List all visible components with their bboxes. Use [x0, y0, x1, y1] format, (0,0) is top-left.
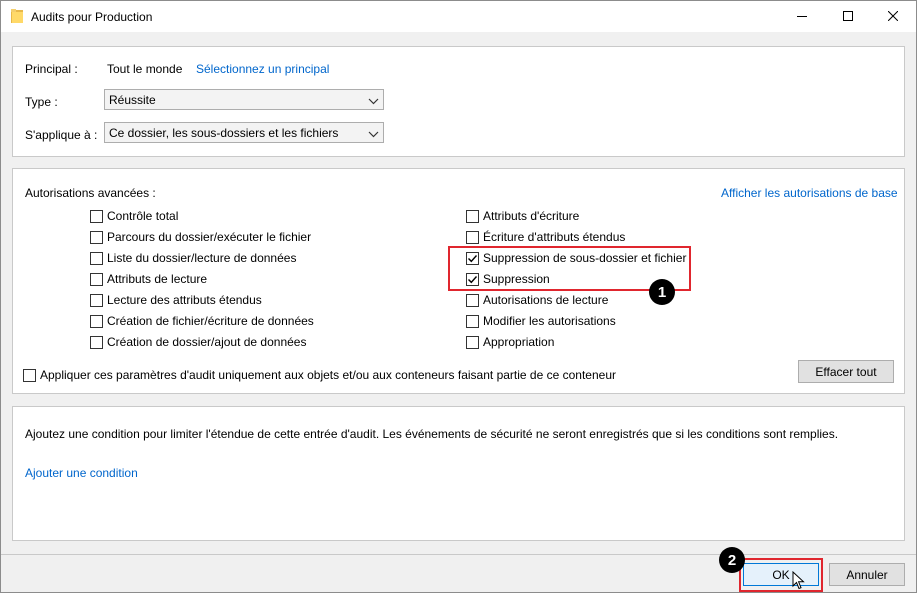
permission-change-permissions[interactable]: Modifier les autorisations — [466, 314, 616, 328]
type-select[interactable]: Réussite — [104, 89, 384, 110]
step-badge-2: 2 — [719, 547, 745, 573]
checkbox[interactable] — [466, 209, 479, 223]
permission-label: Contrôle total — [107, 209, 179, 223]
applies-to-label: S'applique à : — [25, 128, 98, 142]
clear-all-button[interactable]: Effacer tout — [798, 360, 894, 383]
permission-write-attributes[interactable]: Attributs d'écriture — [466, 209, 579, 223]
principal-label: Principal : — [25, 62, 78, 76]
folder-icon — [11, 9, 23, 23]
mouse-cursor-icon — [792, 570, 805, 594]
principal-value: Tout le monde — [107, 62, 183, 76]
checkbox[interactable] — [90, 335, 103, 349]
permission-take-ownership[interactable]: Appropriation — [466, 335, 554, 349]
title-bar[interactable]: Audits pour Production — [1, 1, 916, 32]
checkbox[interactable] — [466, 335, 479, 349]
footer-divider — [1, 554, 916, 555]
checkbox[interactable] — [90, 209, 103, 223]
checkbox[interactable] — [90, 272, 103, 286]
close-button[interactable] — [870, 1, 916, 32]
permission-traverse-folder[interactable]: Parcours du dossier/exécuter le fichier — [90, 230, 311, 244]
permission-read-attributes[interactable]: Attributs de lecture — [90, 272, 207, 286]
highlight-box — [739, 558, 823, 592]
select-principal-link[interactable]: Sélectionnez un principal — [196, 62, 329, 76]
checkbox[interactable] — [90, 314, 103, 328]
window-title: Audits pour Production — [31, 10, 153, 24]
minimize-icon — [797, 10, 807, 24]
chevron-down-icon — [368, 128, 379, 138]
permission-full-control[interactable]: Contrôle total — [90, 209, 178, 223]
permission-write-extended-attributes[interactable]: Écriture d'attributs étendus — [466, 230, 625, 244]
permission-read-extended-attributes[interactable]: Lecture des attributs étendus — [90, 293, 262, 307]
permission-label: Lecture des attributs étendus — [107, 293, 262, 307]
cancel-button[interactable]: Annuler — [829, 563, 905, 586]
permission-label: Attributs d'écriture — [483, 209, 580, 223]
permission-create-files[interactable]: Création de fichier/écriture de données — [90, 314, 314, 328]
chevron-down-icon — [368, 95, 379, 105]
show-basic-permissions-link[interactable]: Afficher les autorisations de base — [721, 186, 898, 200]
cancel-label: Annuler — [846, 567, 888, 582]
condition-description: Ajoutez une condition pour limiter l'éte… — [25, 427, 839, 441]
permission-label: Appropriation — [483, 335, 555, 349]
permission-create-folders[interactable]: Création de dossier/ajout de données — [90, 335, 306, 349]
permission-list-folder[interactable]: Liste du dossier/lecture de données — [90, 251, 296, 265]
maximize-button[interactable] — [825, 1, 871, 32]
checkbox[interactable] — [466, 293, 479, 307]
permission-label: Création de dossier/ajout de données — [107, 335, 307, 349]
permission-label: Création de fichier/écriture de données — [107, 314, 314, 328]
permissions-heading: Autorisations avancées : — [25, 186, 156, 200]
permission-label: Modifier les autorisations — [483, 314, 616, 328]
type-select-value: Réussite — [109, 93, 156, 107]
maximize-icon — [843, 10, 853, 24]
add-condition-link[interactable]: Ajouter une condition — [25, 466, 138, 480]
checkbox[interactable] — [90, 251, 103, 265]
permission-label: Autorisations de lecture — [483, 293, 609, 307]
permission-read-permissions[interactable]: Autorisations de lecture — [466, 293, 608, 307]
applies-to-select-value: Ce dossier, les sous-dossiers et les fic… — [109, 126, 339, 140]
apply-only-label: Appliquer ces paramètres d'audit uniquem… — [40, 368, 616, 382]
checkbox[interactable] — [466, 230, 479, 244]
step-badge-1: 1 — [649, 279, 675, 305]
audit-dialog: Audits pour Production Principal : Tout … — [0, 0, 917, 593]
checkbox[interactable] — [466, 314, 479, 328]
permission-label: Attributs de lecture — [107, 272, 208, 286]
apply-only-container-option[interactable]: Appliquer ces paramètres d'audit uniquem… — [23, 368, 616, 382]
minimize-button[interactable] — [779, 1, 825, 32]
checkbox[interactable] — [90, 293, 103, 307]
permission-label: Écriture d'attributs étendus — [483, 230, 626, 244]
applies-to-select[interactable]: Ce dossier, les sous-dossiers et les fic… — [104, 122, 384, 143]
permission-label: Liste du dossier/lecture de données — [107, 251, 297, 265]
type-label: Type : — [25, 95, 58, 109]
clear-all-label: Effacer tout — [815, 364, 877, 379]
checkbox[interactable] — [90, 230, 103, 244]
checkbox[interactable] — [23, 368, 36, 382]
close-icon — [887, 10, 899, 24]
permission-label: Parcours du dossier/exécuter le fichier — [107, 230, 312, 244]
